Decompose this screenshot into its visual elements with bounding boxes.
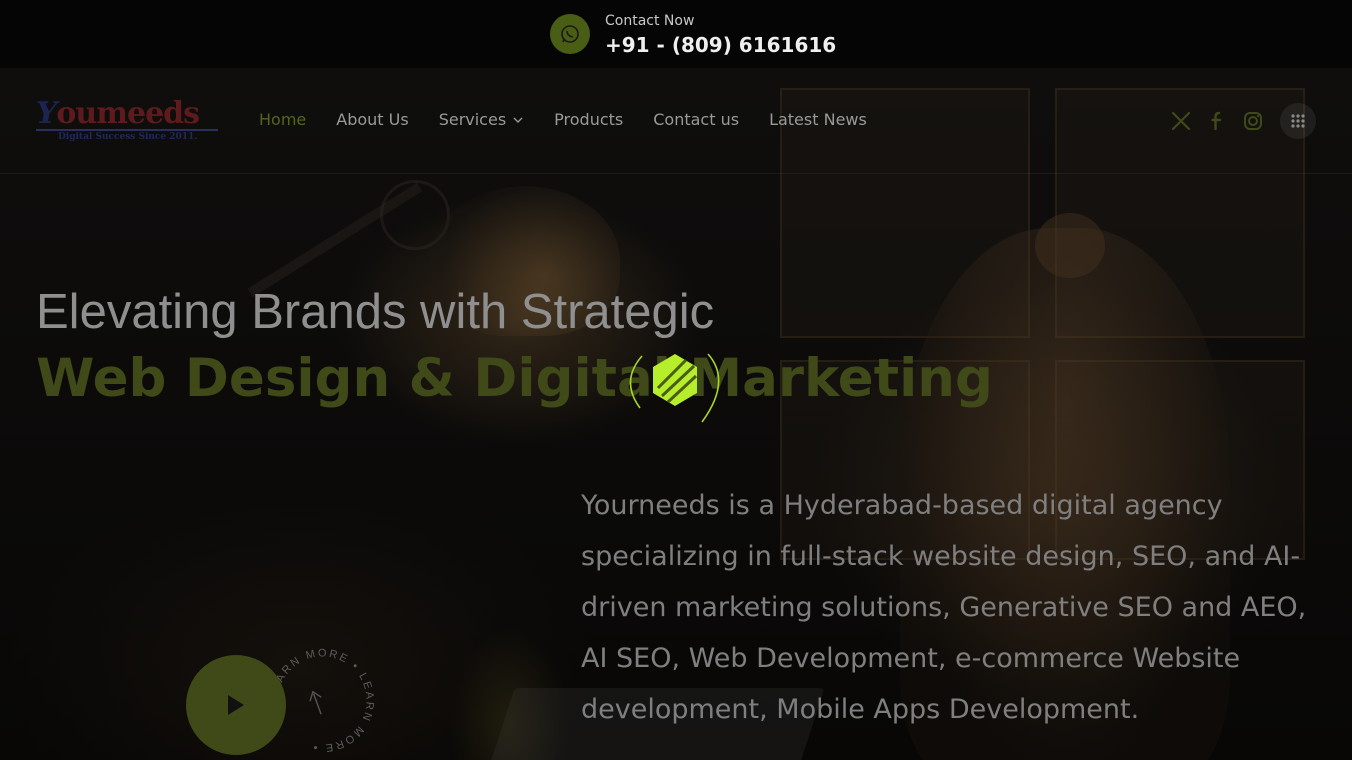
chevron-down-icon [513, 117, 523, 123]
preloader-spinner-icon [629, 353, 720, 423]
nav-item-contact-us[interactable]: Contact us [653, 110, 739, 129]
nav-menu: Home About Us Services Products Contact … [259, 110, 867, 129]
nav-item-latest-news[interactable]: Latest News [769, 110, 867, 129]
logo-wordmark: Youmeeds [36, 96, 200, 131]
hero-headline-light: Elevating Brands with Strategic [36, 285, 715, 339]
page: Contact Now +91 - (809) 6161616 Youmeeds… [0, 0, 1352, 760]
logo-underline [36, 129, 218, 131]
instagram-icon[interactable] [1242, 110, 1264, 132]
play-video-button[interactable] [186, 655, 286, 755]
arrow-icon [309, 690, 322, 715]
hero-headline-bold: Web Design & Digital Marketing [36, 348, 993, 409]
nav-item-home[interactable]: Home [259, 110, 306, 129]
social-links [1170, 110, 1264, 132]
contact-bar: Contact Now +91 - (809) 6161616 [0, 0, 1352, 68]
nav-item-services[interactable]: Services [439, 110, 524, 129]
logo-tagline: Digital Success Since 2011. [58, 132, 198, 142]
grid-menu-icon [1291, 114, 1305, 128]
nav-item-about-us[interactable]: About Us [336, 110, 408, 129]
offcanvas-menu-button[interactable] [1280, 103, 1316, 139]
whatsapp-button[interactable] [550, 14, 590, 54]
main-navigation: Youmeeds Digital Success Since 2011. Hom… [0, 68, 1352, 174]
play-icon [228, 695, 244, 715]
hero-description: Yourneeds is a Hyderabad-based digital a… [581, 490, 1307, 725]
contact-phone-link[interactable]: +91 - (809) 6161616 [605, 33, 836, 57]
site-logo[interactable]: Youmeeds Digital Success Since 2011. [36, 96, 218, 148]
whatsapp-icon [561, 25, 579, 43]
nav-item-products[interactable]: Products [554, 110, 623, 129]
contact-label: Contact Now [605, 13, 695, 29]
x-twitter-icon[interactable] [1170, 110, 1192, 132]
facebook-icon[interactable] [1206, 110, 1228, 132]
